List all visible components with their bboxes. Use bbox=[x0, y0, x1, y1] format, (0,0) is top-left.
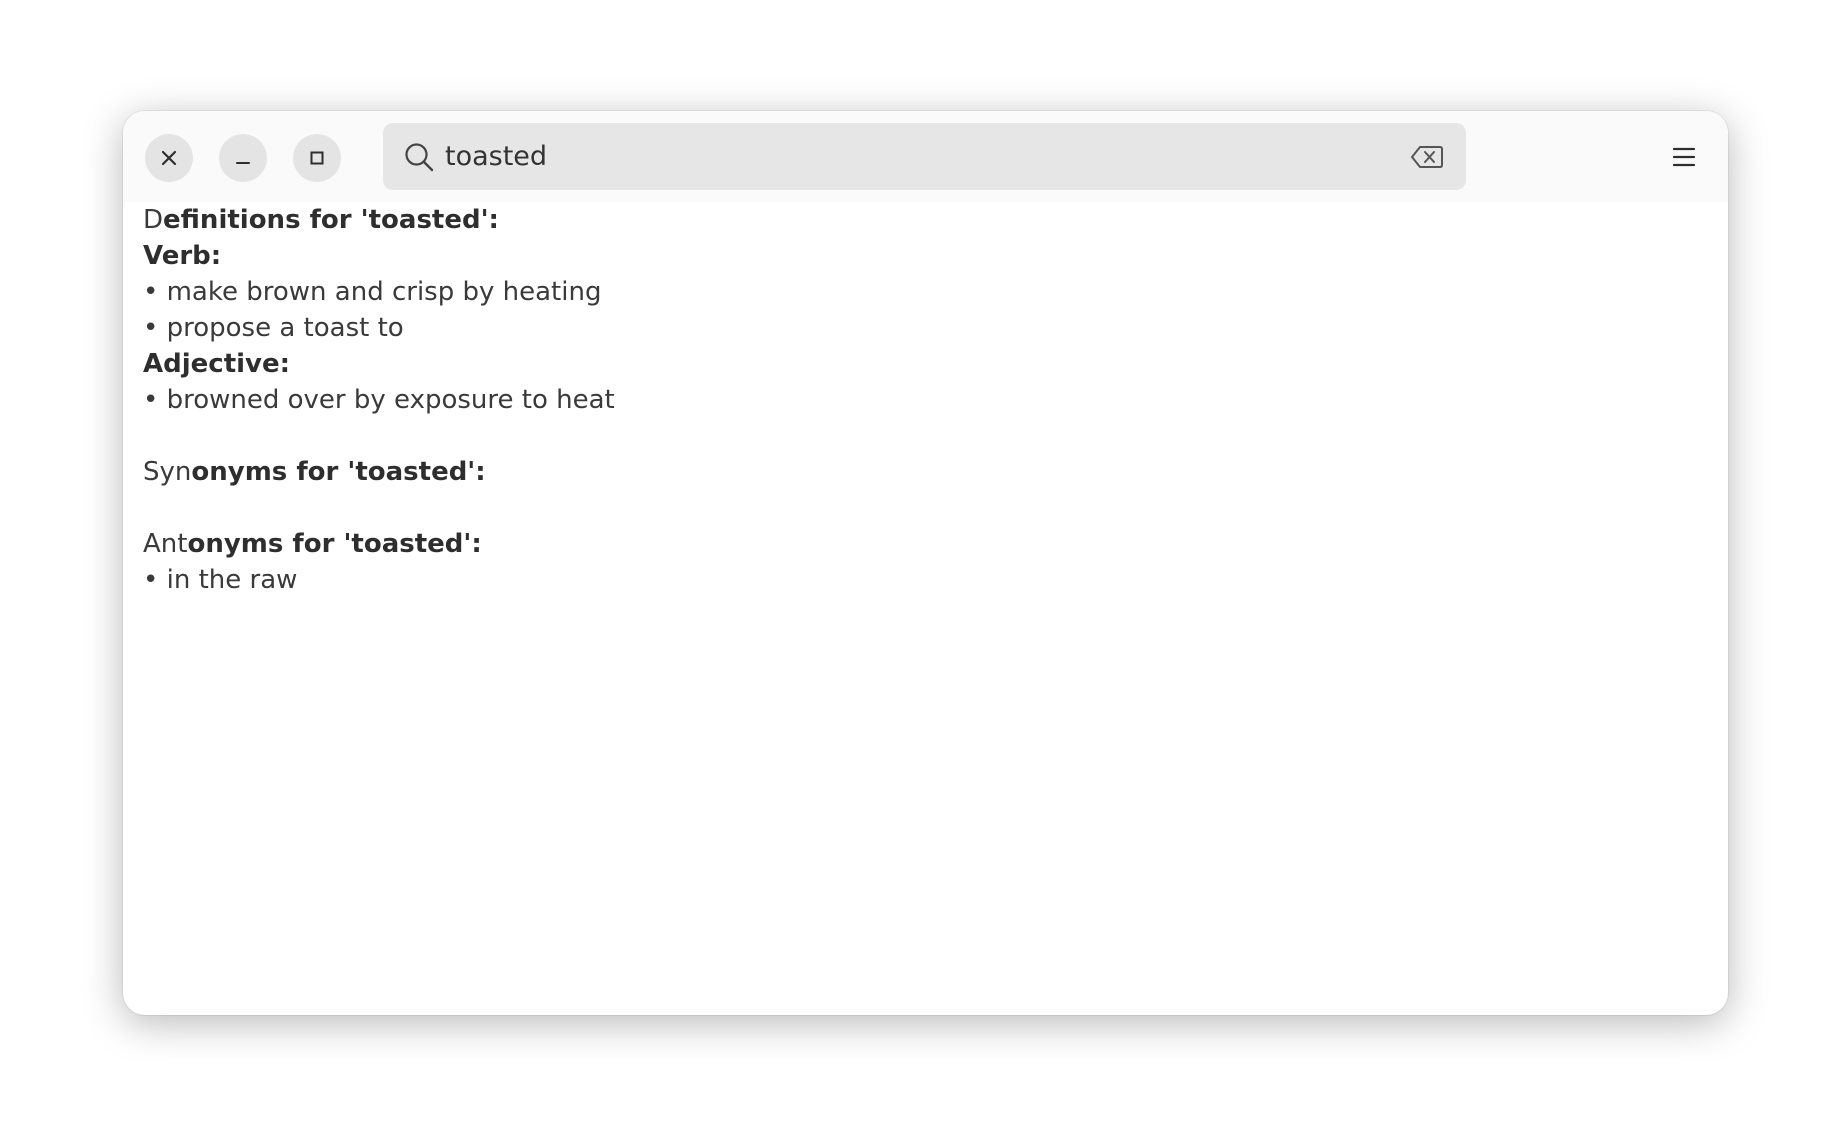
desktop: Definitions for 'toasted': Verb: • make … bbox=[0, 0, 1844, 1144]
list-item: • in the raw bbox=[143, 565, 298, 595]
list-item: • make brown and crisp by heating bbox=[143, 277, 602, 307]
list-item: • browned over by exposure to heat bbox=[143, 385, 615, 415]
minimize-icon bbox=[236, 162, 250, 164]
synonyms-heading: Synonyms for 'toasted': bbox=[143, 457, 486, 487]
close-icon bbox=[161, 150, 177, 166]
dictionary-window: Definitions for 'toasted': Verb: • make … bbox=[123, 111, 1728, 1015]
definition-view: Definitions for 'toasted': Verb: • make … bbox=[143, 202, 1703, 992]
close-button[interactable] bbox=[145, 134, 193, 182]
hamburger-menu-icon[interactable] bbox=[1666, 139, 1702, 175]
maximize-button[interactable] bbox=[293, 134, 341, 182]
search-input[interactable] bbox=[445, 123, 1345, 190]
search-bar[interactable] bbox=[383, 123, 1466, 190]
verb-label: Verb: bbox=[143, 241, 222, 271]
antonyms-heading: Antonyms for 'toasted': bbox=[143, 529, 482, 559]
minimize-button[interactable] bbox=[219, 134, 267, 182]
backspace-clear-icon[interactable] bbox=[1410, 143, 1444, 171]
list-item: • propose a toast to bbox=[143, 313, 404, 343]
search-icon bbox=[405, 143, 434, 172]
adjective-label: Adjective: bbox=[143, 349, 291, 379]
maximize-icon bbox=[310, 151, 324, 165]
definitions-heading: Definitions for 'toasted': bbox=[143, 205, 499, 235]
header-bar bbox=[123, 111, 1728, 202]
